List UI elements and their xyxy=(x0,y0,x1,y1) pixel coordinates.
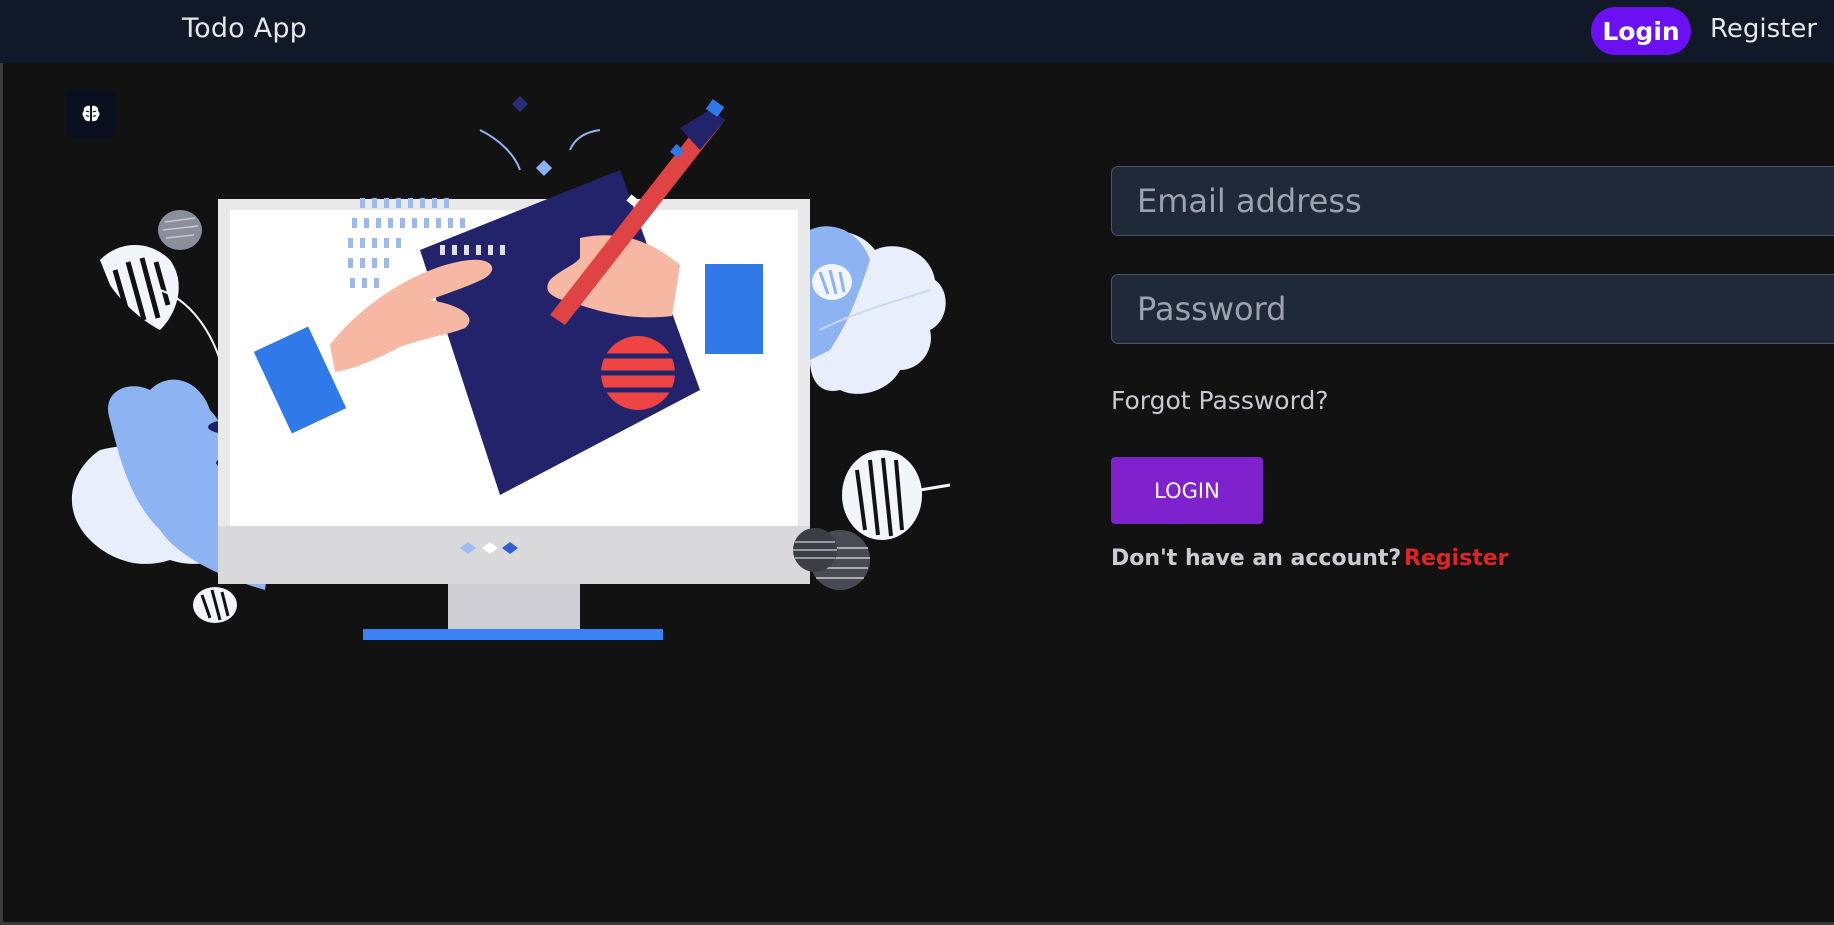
email-input[interactable] xyxy=(1111,166,1834,236)
forgot-password-link[interactable]: Forgot Password? xyxy=(1111,386,1329,415)
register-link[interactable]: Register xyxy=(1404,546,1509,571)
computer-illustration-icon xyxy=(71,96,951,640)
navbar: Todo App Login Register xyxy=(0,0,1834,63)
nav-register-link[interactable]: Register xyxy=(1710,14,1817,44)
password-input[interactable] xyxy=(1111,274,1834,344)
window-edge xyxy=(0,0,3,925)
nav-login-button[interactable]: Login xyxy=(1591,7,1691,55)
no-account-text: Don't have an account? xyxy=(1111,546,1402,571)
page: Todo App Login Register Email address Fo… xyxy=(0,0,1834,925)
login-button[interactable]: LOGIN xyxy=(1111,457,1263,524)
brand-title[interactable]: Todo App xyxy=(182,13,307,44)
